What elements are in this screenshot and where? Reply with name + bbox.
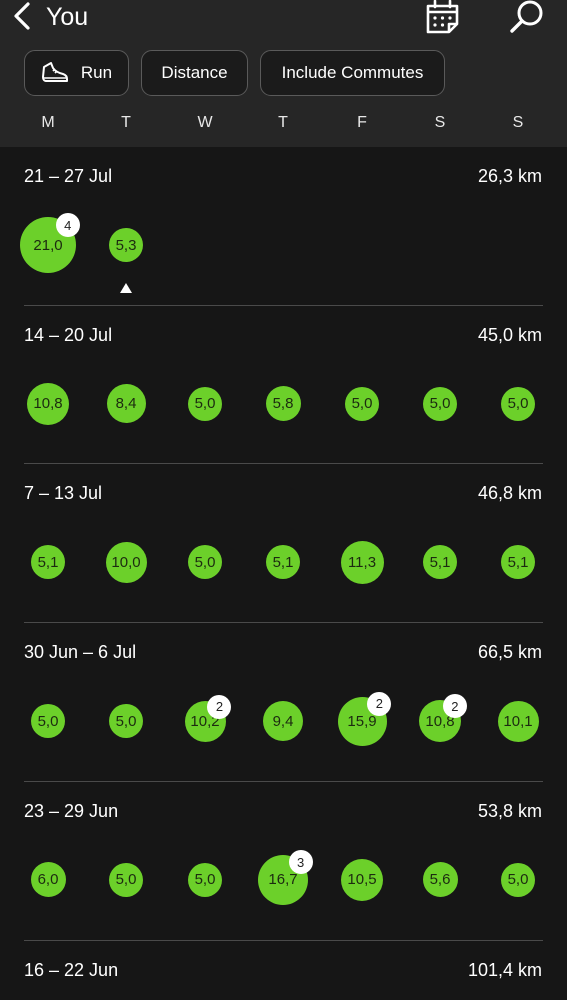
- activity-count-badge: 2: [207, 694, 232, 719]
- week-range-label: 21 – 27 Jul: [24, 166, 113, 186]
- activity-bubble[interactable]: 9,4: [263, 701, 303, 742]
- week-range-label: 7 – 13 Jul: [24, 483, 103, 504]
- calendar-button[interactable]: [424, 0, 462, 36]
- week-range-label: 16 – 22 Jun: [24, 959, 119, 980]
- activity-bubble[interactable]: 11,3: [340, 540, 384, 584]
- activity-bubble[interactable]: 5,0: [188, 386, 222, 421]
- chip-label-run: Run: [80, 63, 113, 82]
- calendar-icon: [426, 0, 459, 34]
- week-total-distance: 46,8 km: [477, 483, 542, 504]
- app-header: You Run Distance Include Commutes M T W …: [0, 0, 567, 147]
- week-divider: [24, 939, 543, 941]
- week-total-distance: 66,5 km: [477, 642, 542, 663]
- chip-label-distance: Distance: [161, 63, 228, 82]
- activity-count-badge: 3: [288, 850, 313, 875]
- back-button[interactable]: [8, 0, 40, 34]
- week-total-distance: 26,3 km: [477, 166, 542, 186]
- search-button[interactable]: [504, 0, 546, 36]
- activity-count-badge: 2: [367, 691, 392, 716]
- weekday-label: F: [357, 114, 367, 131]
- chevron-left-icon: [14, 2, 30, 30]
- activity-bubble[interactable]: 5,0: [188, 862, 222, 897]
- activity-bubble[interactable]: 5,0: [423, 386, 457, 421]
- today-marker-icon: [120, 283, 132, 293]
- weekday-label: M: [41, 114, 55, 131]
- search-icon: [510, 0, 543, 33]
- activity-bubble[interactable]: 5,3: [109, 228, 143, 262]
- week-divider: [24, 463, 543, 465]
- week-total-distance: 53,8 km: [477, 800, 542, 821]
- activity-bubble[interactable]: 10,0: [105, 541, 147, 583]
- activity-bubble[interactable]: 6,0: [30, 862, 66, 898]
- chip-label-commutes: Include Commutes: [281, 63, 424, 82]
- activity-bubble[interactable]: 5,1: [266, 545, 300, 580]
- week-range-label: 23 – 29 Jun: [24, 800, 119, 821]
- week-total-distance: 45,0 km: [477, 324, 542, 345]
- sport-filter-chip[interactable]: Run: [24, 50, 129, 96]
- weekday-label: T: [278, 114, 288, 131]
- activity-bubble[interactable]: 5,0: [31, 704, 65, 739]
- activity-bubble[interactable]: 5,0: [188, 545, 222, 580]
- weekday-label: T: [121, 114, 131, 131]
- activity-bubble[interactable]: 5,0: [345, 386, 379, 421]
- activity-count-badge: 2: [442, 694, 467, 719]
- weekday-label: W: [197, 114, 213, 131]
- weekday-label: S: [434, 114, 446, 131]
- activity-bubble[interactable]: 5,0: [501, 386, 535, 421]
- week-divider: [24, 304, 543, 306]
- metric-filter-chip[interactable]: Distance: [141, 50, 248, 96]
- activity-bubble[interactable]: 5,1: [501, 545, 535, 580]
- week-range-label: 30 Jun – 6 Jul: [24, 642, 137, 663]
- activity-bubble[interactable]: 5,1: [31, 545, 65, 580]
- activity-bubble[interactable]: 10,8: [27, 382, 69, 425]
- activity-bubble[interactable]: 5,0: [109, 704, 143, 739]
- activity-bubble[interactable]: 10,5: [341, 858, 383, 901]
- activity-bubble[interactable]: 5,1: [423, 545, 457, 580]
- week-divider: [24, 780, 543, 782]
- activity-bubble[interactable]: 10,1: [497, 700, 539, 742]
- activity-bubble[interactable]: 5,0: [501, 862, 535, 897]
- weekday-label: S: [512, 114, 524, 131]
- week-total-distance: 101,4 km: [467, 959, 542, 980]
- week-divider: [24, 622, 543, 624]
- page-title: You: [46, 3, 89, 31]
- running-shoe-icon: [41, 62, 68, 82]
- activity-bubble[interactable]: 5,0: [109, 862, 143, 897]
- commutes-filter-chip[interactable]: Include Commutes: [260, 50, 445, 96]
- activity-bubble[interactable]: 8,4: [106, 384, 146, 424]
- week-range-label: 14 – 20 Jul: [24, 324, 113, 345]
- activity-bubble[interactable]: 5,6: [422, 862, 458, 898]
- activity-bubble[interactable]: 5,8: [265, 386, 301, 422]
- activity-count-badge: 4: [55, 213, 80, 238]
